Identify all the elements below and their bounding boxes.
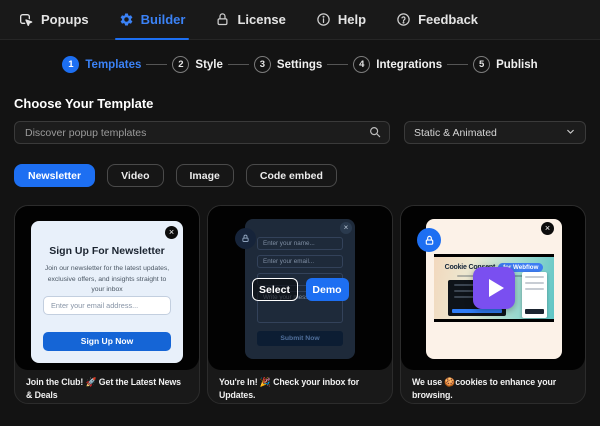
template-card-cookie-video[interactable]: × Cookie Consent for Webflow: [400, 205, 586, 404]
mini-submit-button: Submit Now: [257, 331, 343, 346]
type-filter-dropdown[interactable]: Static & Animated: [404, 121, 586, 144]
template-grid: × Sign Up For Newsletter Join our newsle…: [14, 205, 586, 404]
mini-email-field: Enter your email address...: [43, 296, 171, 315]
search-icon: [368, 125, 382, 144]
step-integrations[interactable]: 4 Integrations: [353, 56, 442, 73]
consent-card-thumb: [522, 272, 547, 318]
step-templates[interactable]: 1 Templates: [62, 56, 141, 73]
popups-cursor-icon: [18, 12, 34, 28]
step-style[interactable]: 2 Style: [172, 56, 223, 73]
mini-popup-title: Sign Up For Newsletter: [31, 245, 183, 257]
nav-help-label: Help: [338, 12, 366, 27]
template-caption: You're In! 🎉 Check your inbox for Update…: [208, 370, 392, 408]
step-number: 3: [254, 56, 271, 73]
page-title: Choose Your Template: [14, 96, 586, 111]
video-thumbnail: Cookie Consent for Webflow: [434, 254, 554, 322]
step-label: Templates: [85, 59, 141, 71]
chip-video[interactable]: Video: [107, 164, 163, 187]
play-icon[interactable]: [473, 267, 515, 309]
close-icon: ×: [165, 226, 178, 239]
step-connector: [327, 64, 348, 66]
category-chips: Newsletter Video Image Code embed: [14, 164, 586, 187]
step-label: Publish: [496, 59, 538, 71]
nav-license[interactable]: License: [215, 0, 285, 40]
step-connector: [228, 64, 249, 66]
topbar: Popups Builder License: [0, 0, 600, 40]
close-icon: ×: [541, 222, 554, 235]
step-number: 5: [473, 56, 490, 73]
info-icon: [316, 12, 331, 27]
search-input[interactable]: [14, 121, 390, 144]
step-label: Integrations: [376, 59, 442, 71]
chevron-down-icon: [565, 126, 576, 140]
popup-builder-app: Popups Builder License: [0, 0, 600, 426]
mini-name-field: Enter your name...: [257, 237, 343, 250]
template-caption: Join the Club! 🚀 Get the Latest News & D…: [15, 370, 199, 408]
lock-badge-icon: [417, 228, 441, 252]
template-preview: × Cookie Consent for Webflow: [401, 206, 585, 370]
template-caption: We use 🍪cookies to enhance your browsing…: [401, 370, 585, 408]
search-box: [14, 121, 390, 144]
template-card-newsletter[interactable]: × Sign Up For Newsletter Join our newsle…: [14, 205, 200, 404]
wizard-stepper: 1 Templates 2 Style 3 Settings 4 Integra…: [0, 55, 600, 74]
close-icon: ×: [340, 222, 352, 234]
lock-icon: [215, 12, 230, 27]
chip-newsletter[interactable]: Newsletter: [14, 164, 95, 187]
nav-help[interactable]: Help: [316, 0, 366, 40]
step-settings[interactable]: 3 Settings: [254, 56, 322, 73]
select-template-button[interactable]: Select: [252, 278, 298, 301]
template-preview: × Enter your name... Enter your email...…: [208, 206, 392, 370]
chip-code-embed[interactable]: Code embed: [246, 164, 337, 187]
step-publish[interactable]: 5 Publish: [473, 56, 538, 73]
mini-email-field: Enter your email...: [257, 255, 343, 268]
card-hover-overlay: Select Demo: [208, 278, 392, 301]
step-label: Style: [195, 59, 223, 71]
question-icon: [396, 12, 411, 27]
nav-builder[interactable]: Builder: [119, 0, 186, 40]
template-card-contact-form[interactable]: × Enter your name... Enter your email...…: [207, 205, 393, 404]
step-number: 1: [62, 56, 79, 73]
dropdown-value: Static & Animated: [414, 127, 497, 139]
search-row: Static & Animated: [14, 121, 586, 144]
template-preview: × Sign Up For Newsletter Join our newsle…: [15, 206, 199, 370]
mini-popup-body: Join our newsletter for the latest updat…: [42, 264, 172, 296]
step-connector: [146, 64, 167, 66]
demo-template-button[interactable]: Demo: [306, 278, 349, 301]
chip-image[interactable]: Image: [176, 164, 234, 187]
step-number: 2: [172, 56, 189, 73]
main-content: Choose Your Template Static & Animated: [0, 96, 600, 404]
mini-popup-newsletter: × Sign Up For Newsletter Join our newsle…: [31, 221, 183, 363]
nav-popups[interactable]: Popups: [18, 0, 89, 40]
nav-builder-label: Builder: [141, 12, 186, 27]
gear-icon: [119, 12, 134, 27]
nav-popups-label: Popups: [41, 12, 89, 27]
nav-feedback-label: Feedback: [418, 12, 478, 27]
nav-feedback[interactable]: Feedback: [396, 0, 478, 40]
step-connector: [447, 64, 468, 66]
step-label: Settings: [277, 59, 322, 71]
mini-signup-button: Sign Up Now: [43, 332, 171, 351]
lock-badge-icon: [235, 228, 256, 249]
step-number: 4: [353, 56, 370, 73]
nav-license-label: License: [237, 12, 285, 27]
mini-popup-video: × Cookie Consent for Webflow: [426, 219, 562, 359]
